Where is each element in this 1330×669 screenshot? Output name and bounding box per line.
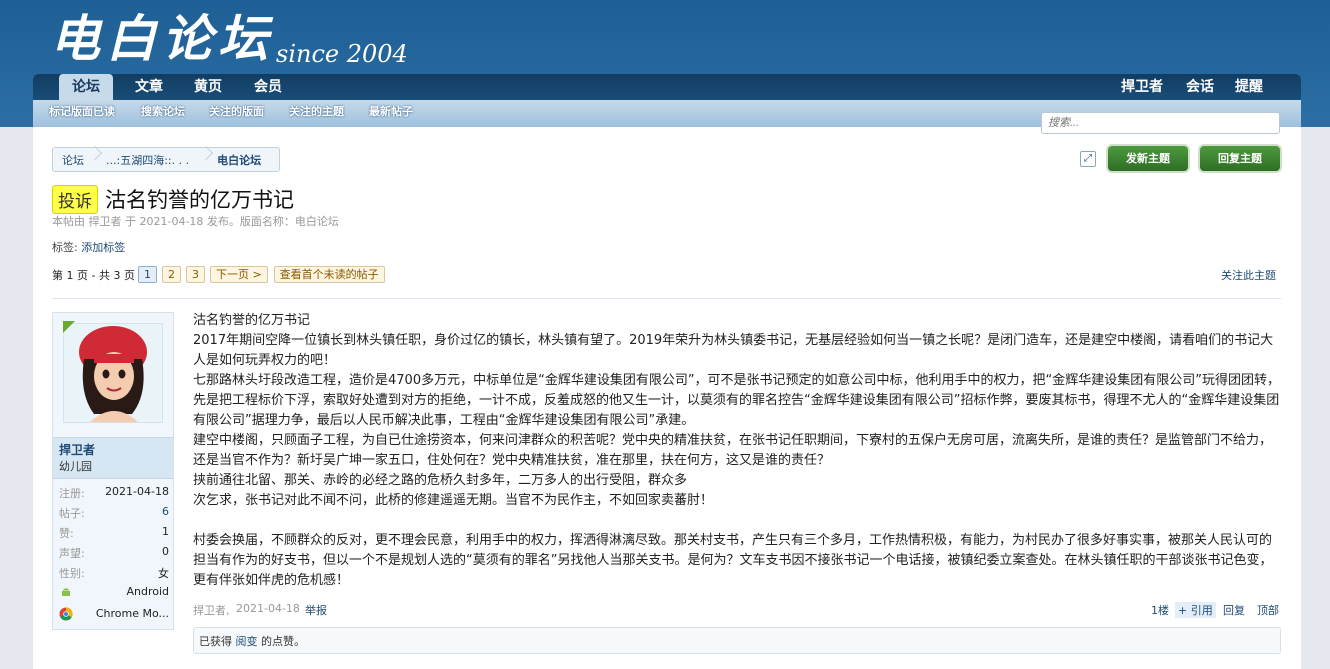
new-posts-link[interactable]: 最新帖子	[369, 100, 413, 124]
nav-alerts[interactable]: 提醒	[1222, 74, 1276, 100]
android-icon	[59, 585, 73, 602]
report-link[interactable]: 举报	[305, 602, 327, 618]
username-link[interactable]: 捍卫者	[59, 441, 95, 458]
user-stat-gender: 性别: 女	[59, 567, 169, 580]
breadcrumb-forums[interactable]: 论坛	[53, 152, 94, 168]
reply-thread-button[interactable]: 回复主题	[1200, 146, 1280, 171]
tab-yellow-pages[interactable]: 黄页	[181, 74, 235, 100]
avatar[interactable]	[63, 323, 163, 423]
user-browser: Chrome Mo...	[59, 607, 169, 627]
online-indicator-icon	[63, 321, 75, 333]
post-date[interactable]: 2021-04-18	[236, 602, 300, 615]
post-blank-line	[193, 511, 1283, 531]
post-paragraph: 2017年期间空降一位镇长到林头镇任职，身价过亿的镇长，林头镇有望了。2019年…	[193, 333, 1274, 368]
user-stat-reputation: 声望: 0	[59, 545, 169, 560]
post-paragraph: 村委会换届，不顾群众的反对，更不理会民意，利用手中的权力，挥洒得淋漓尽致。那关村…	[193, 533, 1273, 588]
mark-forums-read-link[interactable]: 标记版面已读	[49, 100, 115, 124]
thread-tags: 标签: 添加标签	[52, 239, 125, 255]
back-to-top-link[interactable]: 顶部	[1257, 602, 1279, 618]
page-link-1[interactable]: 1	[137, 266, 157, 283]
post-user-panel: 捍卫者 幼儿园 注册: 2021-04-18 帖子: 6 赞: 1 声望: 0 性别: 女…	[52, 312, 174, 630]
thread-meta: 本帖由 捍卫者 于 2021-04-18 发布。版面名称：电白论坛	[52, 215, 339, 228]
quote-button[interactable]: + 引用	[1175, 602, 1216, 618]
chrome-icon	[59, 607, 73, 624]
expand-icon[interactable]: ⤢	[1080, 151, 1096, 167]
tab-forum[interactable]: 论坛	[59, 74, 113, 100]
divider	[52, 298, 1281, 299]
watched-threads-link[interactable]: 关注的主题	[289, 100, 344, 124]
first-unread-button[interactable]: 查看首个未读的帖子	[273, 266, 385, 283]
user-os: Android	[59, 585, 169, 605]
post-number[interactable]: 1楼	[1151, 602, 1169, 618]
tab-articles[interactable]: 文章	[122, 74, 176, 100]
post-author[interactable]: 捍卫者,	[193, 602, 230, 618]
next-page-button[interactable]: 下一页 >	[209, 266, 268, 283]
likes-summary: 已获得 阅变 的点赞。	[193, 627, 1281, 654]
new-thread-button[interactable]: 发新主题	[1108, 146, 1188, 171]
likes-prefix: 已获得	[199, 635, 232, 648]
user-title: 幼儿园	[59, 460, 92, 473]
tags-label: 标签:	[52, 241, 78, 254]
search-input[interactable]	[1041, 112, 1280, 134]
page-link-2[interactable]: 2	[161, 266, 181, 283]
logo-text: 电白论坛	[50, 9, 274, 68]
add-tag-link[interactable]: 添加标签	[81, 241, 125, 254]
user-stat-joined: 注册: 2021-04-18	[59, 485, 169, 500]
thread-title-row: 投诉 沽名钓誉的亿万书记	[52, 184, 294, 214]
watched-forums-link[interactable]: 关注的版面	[209, 100, 264, 124]
post-paragraph: 挟前通往北留、那关、赤岭的必经之路的危桥久封多年，二万多人的出行受阻，群众多	[193, 473, 688, 488]
site-header: 电白论坛 since 2004 论坛 文章 黄页 会员 捍卫者 会话 提醒 标记…	[0, 0, 1330, 127]
liker-link[interactable]: 阅变	[236, 635, 258, 648]
tab-members[interactable]: 会员	[241, 74, 295, 100]
page-title: 沽名钓誉的亿万书记	[105, 188, 294, 212]
search-forums-link[interactable]: 搜索论坛	[141, 100, 185, 124]
post-paragraph: 建空中楼阁，只顾面子工程，为自已仕途捞资本，何来问津群众的积苦呢？党中央的精准扶…	[193, 433, 1273, 468]
likes-suffix: 的点赞。	[261, 635, 305, 648]
page-summary: 第 1 页 - 共 3 页	[52, 268, 135, 282]
site-logo[interactable]: 电白论坛 since 2004	[50, 0, 408, 72]
reply-link[interactable]: 回复	[1223, 602, 1245, 618]
post-message: 沽名钓誉的亿万书记 2017年期间空降一位镇长到林头镇任职，身价过亿的镇长，林头…	[193, 311, 1283, 591]
breadcrumb: 论坛 ...:五湖四海::. . . 电白论坛	[52, 147, 281, 172]
main-navbar: 论坛 文章 黄页 会员 捍卫者 会话 提醒	[33, 74, 1301, 100]
logo-since: since 2004	[276, 40, 408, 68]
pagination: 第 1 页 - 共 3 页 1 2 3 下一页 > 查看首个未读的帖子	[52, 266, 385, 283]
nav-conversations[interactable]: 会话	[1173, 74, 1227, 100]
post-paragraph: 七那路林头圩段改造工程，造价是4700多万元，中标单位是“金辉华建设集团有限公司…	[193, 373, 1281, 428]
post-paragraph: 次乞求，张书记对此不闻不问，此桥的修建遥遥无期。当官不为民作主，不如回家卖蕃肘！	[193, 493, 714, 508]
post-footer: 捍卫者, 2021-04-18 举报 1楼 + 引用 回复 顶部	[193, 602, 1281, 620]
watch-thread-link[interactable]: 关注此主题	[1221, 267, 1276, 283]
breadcrumb-current-forum[interactable]: 电白论坛	[205, 152, 279, 168]
breadcrumb-category[interactable]: ...:五湖四海::. . .	[94, 152, 205, 168]
user-stat-likes: 赞: 1	[59, 525, 169, 540]
page-link-3[interactable]: 3	[185, 266, 205, 283]
user-info-box: 捍卫者 幼儿园	[53, 437, 173, 479]
thread-prefix-badge: 投诉	[52, 184, 98, 214]
user-stat-posts: 帖子: 6	[59, 505, 169, 520]
nav-user-account[interactable]: 捍卫者	[1108, 74, 1176, 100]
post-paragraph: 沽名钓誉的亿万书记	[193, 313, 311, 328]
